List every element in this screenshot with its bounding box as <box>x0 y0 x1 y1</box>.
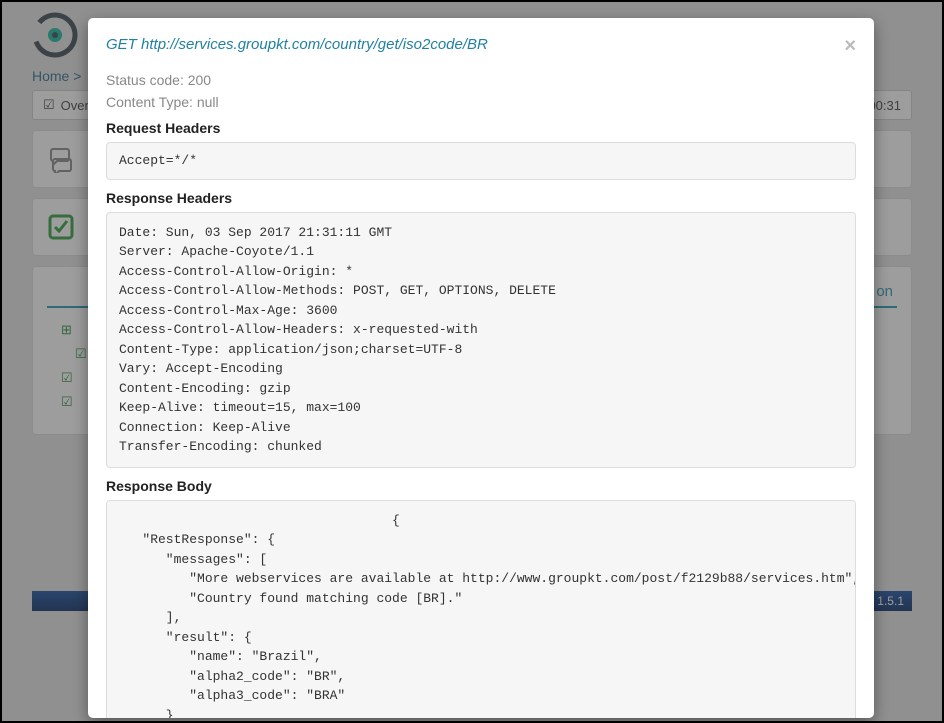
modal-title: GET http://services.groupkt.com/country/… <box>106 36 488 53</box>
response-headers-label: Response Headers <box>106 190 856 206</box>
response-headers-box: Date: Sun, 03 Sep 2017 21:31:11 GMT Serv… <box>106 212 856 468</box>
status-code: 200 <box>188 72 211 88</box>
content-type-value: null <box>197 94 219 110</box>
content-type-line: Content Type: null <box>106 94 856 110</box>
response-body-box: { "RestResponse": { "messages": [ "More … <box>106 500 856 719</box>
status-label: Status code: <box>106 72 184 88</box>
http-method: GET <box>106 36 137 53</box>
close-icon: × <box>844 35 856 57</box>
response-body-label: Response Body <box>106 478 856 494</box>
content-type-label: Content Type: <box>106 94 193 110</box>
request-headers-label: Request Headers <box>106 120 856 136</box>
http-url: http://services.groupkt.com/country/get/… <box>141 36 488 53</box>
status-line: Status code: 200 <box>106 72 856 88</box>
close-button[interactable]: × <box>844 36 856 56</box>
http-response-modal: GET http://services.groupkt.com/country/… <box>88 18 874 718</box>
request-headers-box: Accept=*/* <box>106 142 856 180</box>
